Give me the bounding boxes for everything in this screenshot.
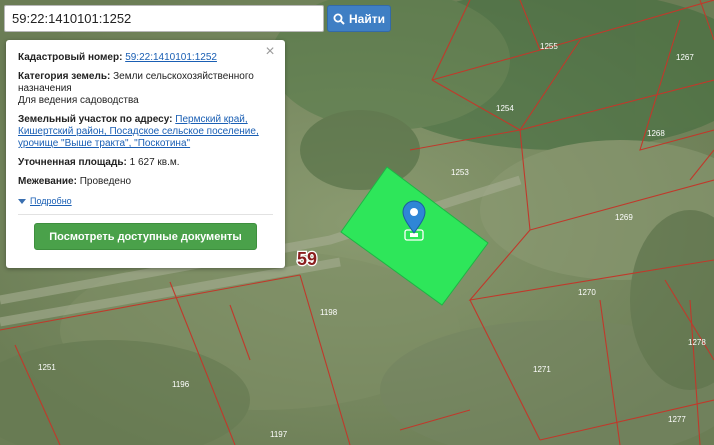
land-use-value: Для ведения садоводства	[18, 95, 139, 106]
cadastral-number-label: Кадастровый номер:	[18, 52, 123, 63]
parcel-label: 1269	[615, 213, 633, 222]
area-row: Уточненная площадь: 1 627 кв.м.	[18, 157, 273, 169]
find-button[interactable]: Найти	[327, 5, 391, 32]
area-value: 1 627 кв.м.	[129, 157, 180, 168]
search-box	[4, 5, 324, 32]
region-label: 59	[297, 249, 317, 269]
parcel-label: 1267	[676, 53, 694, 62]
land-category-label: Категория земель:	[18, 71, 111, 82]
address-link-line3[interactable]: урочище "Выше тракта", "Поскотина"	[18, 138, 190, 149]
parcel-label: 1277	[668, 415, 686, 424]
find-button-label: Найти	[349, 11, 385, 26]
address-link[interactable]: Пермский край,	[175, 114, 247, 125]
details-link[interactable]: Подробно	[30, 195, 72, 207]
parcel-label: 1251	[38, 363, 56, 372]
parcel-label: 1198	[320, 308, 338, 317]
cadastral-number-row: Кадастровый номер: 59:22:1410101:1252	[18, 52, 273, 64]
search-icon	[333, 13, 345, 25]
address-link-line2[interactable]: Кишертский район, Посадское сельское пос…	[18, 126, 259, 137]
view-documents-button[interactable]: Посмотреть доступные документы	[34, 223, 257, 250]
parcel-label: 1197	[270, 430, 288, 439]
parcel-label: 1254	[496, 104, 514, 113]
parcel-label: 1255	[540, 42, 558, 51]
cadastral-number-link[interactable]: 59:22:1410101:1252	[125, 52, 217, 63]
survey-value: Проведено	[79, 176, 132, 187]
parcel-label: 1278	[688, 338, 706, 347]
area-label: Уточненная площадь:	[18, 157, 127, 168]
land-category-value: Земли сельскохозяйственного	[113, 71, 254, 82]
parcel-label: 1196	[172, 380, 190, 389]
parcel-info-card: × Кадастровый номер: 59:22:1410101:1252 …	[6, 40, 285, 268]
triangle-down-icon	[18, 198, 26, 204]
address-row: Земельный участок по адресу: Пермский кр…	[18, 114, 273, 150]
address-label: Земельный участок по адресу:	[18, 114, 173, 125]
cadastral-search-input[interactable]	[4, 5, 324, 32]
parcel-label: 1271	[533, 365, 551, 374]
survey-row: Межевание: Проведено	[18, 176, 273, 188]
parcel-label: 1253	[451, 168, 469, 177]
land-category-value-cont: назначения	[18, 83, 72, 94]
card-divider	[18, 214, 273, 215]
land-category-row: Категория земель: Земли сельскохозяйстве…	[18, 71, 273, 107]
close-icon[interactable]: ×	[263, 44, 277, 60]
details-toggle[interactable]: Подробно	[18, 195, 273, 207]
survey-label: Межевание:	[18, 176, 77, 187]
parcel-label: 1270	[578, 288, 596, 297]
parcel-label: 1268	[647, 129, 665, 138]
